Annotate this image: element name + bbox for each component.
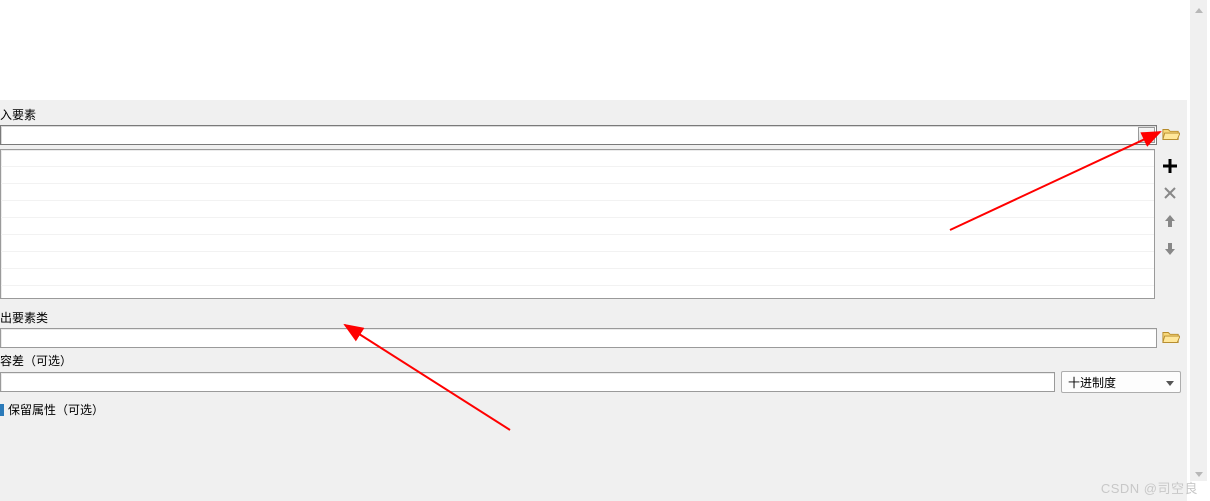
tolerance-input[interactable] [0,372,1055,392]
input-features-label: 入要素 [0,106,1181,123]
output-fc-label: 出要素类 [0,309,1181,326]
list-toolbar [1159,149,1181,299]
tolerance-unit-select[interactable]: 十进制度 [1061,371,1181,393]
input-features-list-area [0,149,1181,299]
add-button[interactable] [1159,155,1181,177]
arrow-down-icon [1163,242,1177,259]
browse-input-button[interactable] [1161,125,1181,145]
dropdown-toggle-button[interactable] [1138,127,1155,143]
remove-button[interactable] [1159,183,1181,205]
tolerance-row: 十进制度 [0,371,1181,393]
tolerance-unit-value: 十进制度 [1068,374,1116,391]
output-fc-input[interactable] [0,328,1157,348]
chevron-down-icon [1166,375,1174,389]
blank-area [0,0,1210,100]
move-up-button[interactable] [1159,211,1181,233]
input-features-row [0,125,1181,145]
browse-output-button[interactable] [1161,328,1181,348]
preserve-attrs-label: 保留属性（可选） [8,401,104,418]
tolerance-label: 容差（可选） [0,352,1181,369]
folder-open-icon [1162,329,1180,348]
move-down-button[interactable] [1159,239,1181,261]
parameters-panel: 入要素 [0,100,1187,501]
plus-icon [1163,159,1177,174]
x-icon [1163,186,1177,203]
scroll-up-button[interactable] [1190,0,1207,17]
dialog-body: 入要素 [0,0,1210,501]
output-fc-row [0,328,1181,348]
input-features-combobox[interactable] [0,125,1157,145]
vertical-scrollbar[interactable] [1190,0,1207,481]
watermark-text: CSDN @司空良 [1101,478,1198,497]
chevron-down-icon [1143,128,1150,142]
preserve-attrs-checkbox[interactable] [0,404,4,416]
chevron-up-icon [1195,2,1203,16]
preserve-attrs-row: 保留属性（可选） [0,401,1181,418]
arrow-up-icon [1163,214,1177,231]
folder-open-icon [1162,126,1180,145]
input-features-list[interactable] [0,149,1155,299]
